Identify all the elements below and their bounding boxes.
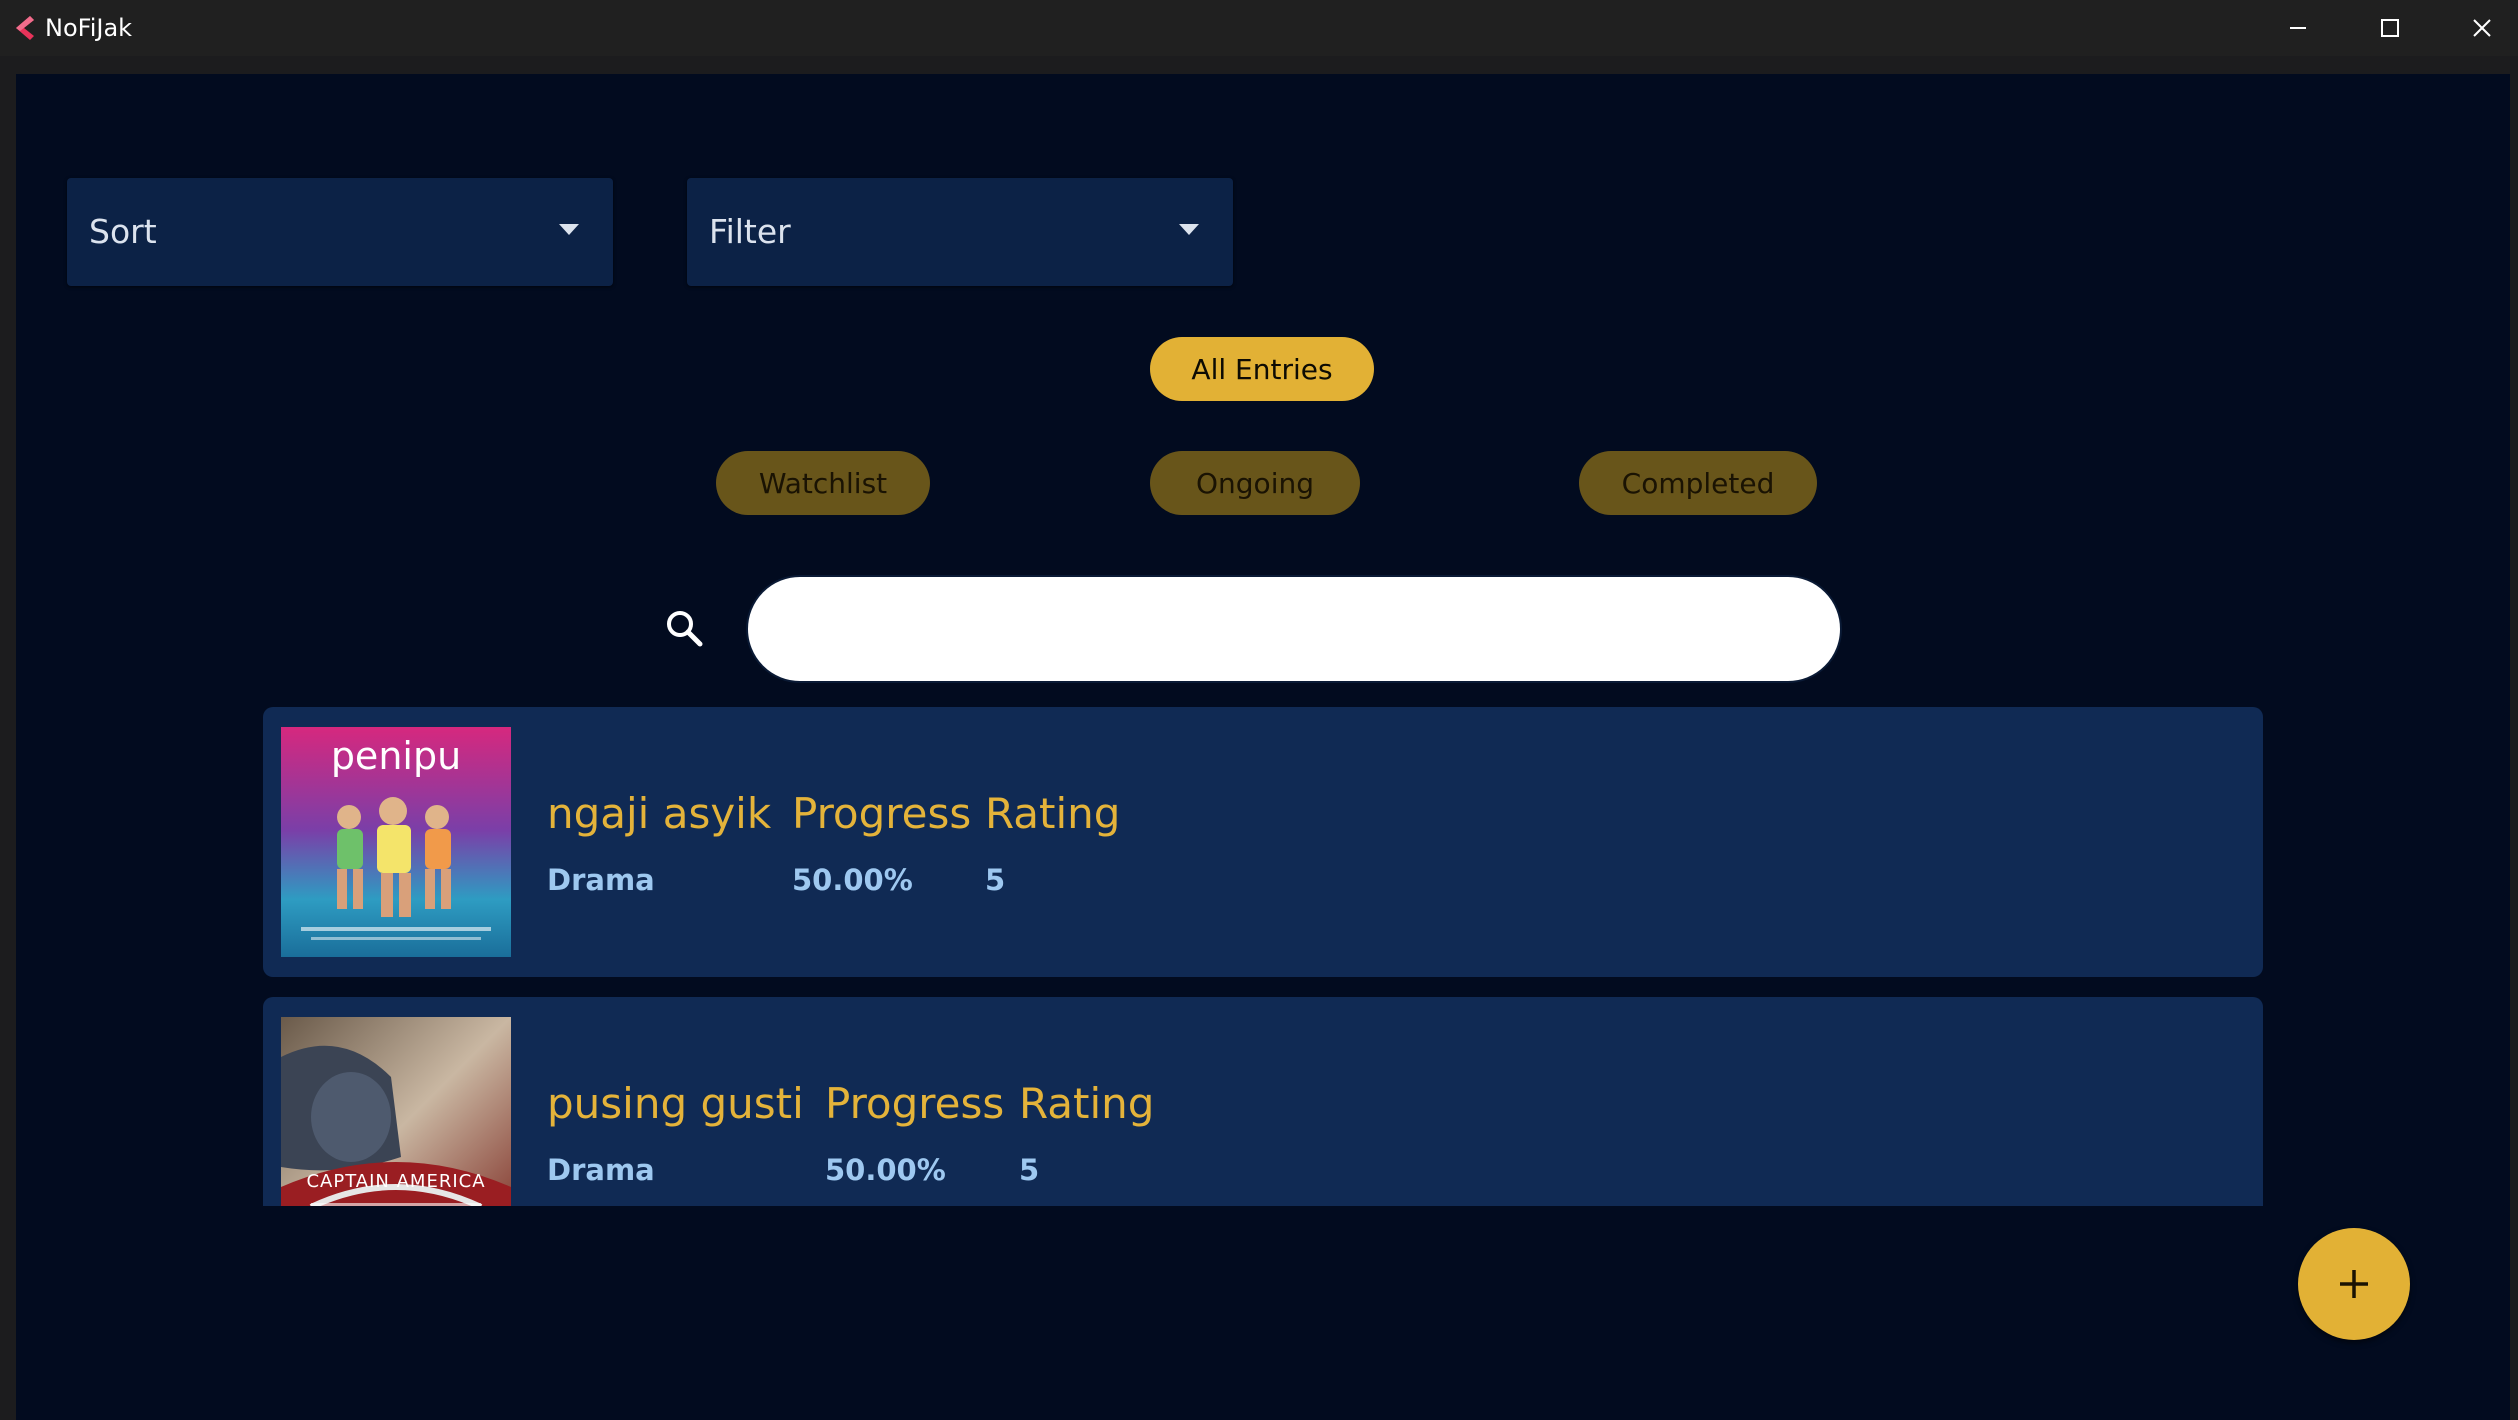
title-bar: NoFiJak bbox=[0, 0, 2518, 56]
entry-progress-value: 50.00% bbox=[825, 1153, 946, 1187]
entry-progress-label: Progress bbox=[792, 789, 972, 838]
app-logo-icon bbox=[16, 16, 34, 40]
filter-dropdown-label: Filter bbox=[709, 212, 791, 251]
minimize-icon bbox=[2290, 27, 2306, 29]
poster-text: penipu bbox=[331, 734, 461, 778]
entry-rating-value: 5 bbox=[985, 863, 1006, 897]
add-entry-button[interactable] bbox=[2298, 1228, 2410, 1340]
entry-title: ngaji asyik bbox=[547, 789, 772, 838]
chevron-down-icon bbox=[559, 224, 579, 235]
search-icon[interactable] bbox=[662, 606, 708, 652]
minimize-button[interactable] bbox=[2252, 0, 2344, 56]
chip-all-entries[interactable]: All Entries bbox=[1150, 337, 1374, 401]
entry-rating-value: 5 bbox=[1019, 1153, 1040, 1187]
close-button[interactable] bbox=[2436, 0, 2518, 56]
entry-list[interactable]: penipu ngaji asyik Progress Rating Drama… bbox=[263, 707, 2263, 1206]
poster-image: CAPTAIN AMERICA bbox=[281, 1017, 511, 1206]
entry-genre: Drama bbox=[547, 863, 655, 897]
filter-dropdown[interactable]: Filter bbox=[687, 178, 1233, 286]
maximize-button[interactable] bbox=[2344, 0, 2436, 56]
maximize-icon bbox=[2381, 19, 2399, 37]
entry-progress-label: Progress bbox=[825, 1079, 1005, 1128]
sort-dropdown-label: Sort bbox=[89, 212, 157, 251]
entry-card[interactable]: penipu ngaji asyik Progress Rating Drama… bbox=[263, 707, 2263, 977]
window-title: NoFiJak bbox=[45, 14, 133, 42]
entry-rating-label: Rating bbox=[1019, 1079, 1155, 1128]
sort-dropdown[interactable]: Sort bbox=[67, 178, 613, 286]
entry-progress-value: 50.00% bbox=[792, 863, 913, 897]
chip-ongoing[interactable]: Ongoing bbox=[1150, 451, 1360, 515]
entry-card[interactable]: CAPTAIN AMERICA pusing gusti Progress Ra… bbox=[263, 997, 2263, 1206]
close-icon bbox=[2473, 19, 2491, 37]
chip-completed[interactable]: Completed bbox=[1579, 451, 1817, 515]
entry-title: pusing gusti bbox=[547, 1079, 804, 1128]
chip-watchlist[interactable]: Watchlist bbox=[716, 451, 930, 515]
chevron-down-icon bbox=[1179, 224, 1199, 235]
poster-text: CAPTAIN AMERICA bbox=[306, 1171, 485, 1192]
entry-rating-label: Rating bbox=[985, 789, 1121, 838]
search-input[interactable] bbox=[746, 575, 1842, 683]
poster-image: penipu bbox=[281, 727, 511, 957]
app-content: Sort Filter All Entries Watchlist Ongoin… bbox=[16, 74, 2510, 1420]
entry-genre: Drama bbox=[547, 1153, 655, 1187]
plus-icon bbox=[2340, 1270, 2368, 1298]
